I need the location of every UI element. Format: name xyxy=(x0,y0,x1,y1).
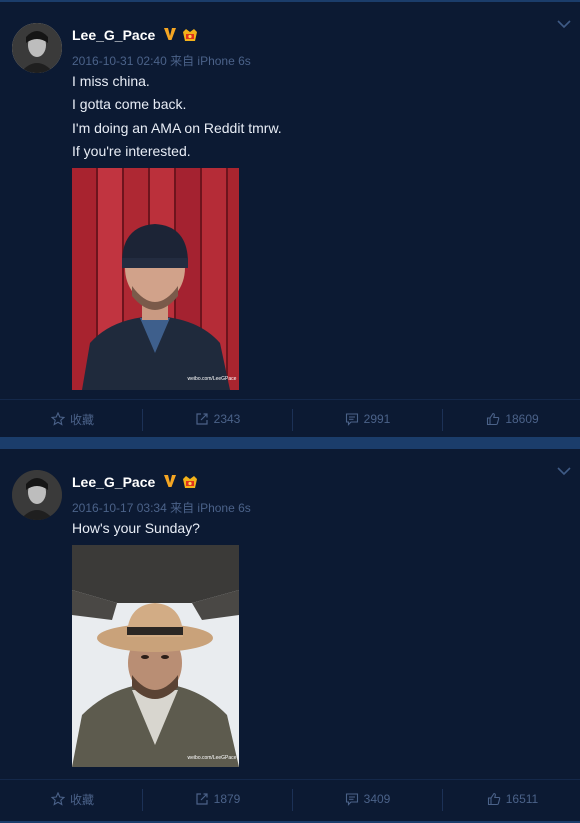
star-icon xyxy=(50,412,65,426)
divider xyxy=(292,789,293,811)
action-bar: 收藏 1879 3409 16511 xyxy=(0,779,580,818)
chevron-down-icon[interactable] xyxy=(556,18,572,30)
verified-icon xyxy=(164,28,176,40)
post-text-line: How's your Sunday? xyxy=(72,520,200,536)
like-count: 18609 xyxy=(505,412,539,426)
post-photo[interactable]: weibo.com/LeeGPace xyxy=(72,545,239,767)
like-button[interactable]: 16511 xyxy=(445,780,580,818)
repost-count: 1879 xyxy=(213,792,241,806)
divider xyxy=(142,789,143,811)
post-text-line: If you're interested. xyxy=(72,143,191,159)
divider xyxy=(442,789,443,811)
favorite-label: 收藏 xyxy=(69,412,94,427)
divider xyxy=(292,409,293,431)
action-bar: 收藏 2343 2991 18609 xyxy=(0,399,580,438)
avatar[interactable] xyxy=(12,23,62,73)
photo-watermark: weibo.com/LeeGPace xyxy=(188,755,237,761)
post-meta[interactable]: 2016-10-31 02:40 来自 iPhone 6s xyxy=(72,52,251,69)
repost-icon xyxy=(196,413,208,425)
like-button[interactable]: 18609 xyxy=(445,400,580,438)
comment-count: 3409 xyxy=(363,792,391,806)
repost-icon xyxy=(196,793,208,805)
comment-button[interactable]: 3409 xyxy=(295,780,440,818)
post-card: Lee_G_Pace 2016-10-31 02:40 来自 iPhone 6s… xyxy=(0,2,580,437)
author-name[interactable]: Lee_G_Pace xyxy=(72,474,155,490)
chevron-down-icon[interactable] xyxy=(556,465,572,477)
like-count: 16511 xyxy=(505,792,539,806)
favorite-label: 收藏 xyxy=(69,792,94,807)
author-name[interactable]: Lee_G_Pace xyxy=(72,27,155,43)
comment-count: 2991 xyxy=(363,412,391,426)
favorite-button[interactable]: 收藏 xyxy=(0,400,145,438)
post-text-line: I miss china. xyxy=(72,73,150,89)
like-icon xyxy=(487,412,500,426)
verified-icon xyxy=(164,475,176,487)
repost-button[interactable]: 2343 xyxy=(145,400,290,438)
repost-button[interactable]: 1879 xyxy=(145,780,290,818)
favorite-button[interactable]: 收藏 xyxy=(0,780,145,818)
like-icon xyxy=(487,792,501,806)
comment-icon xyxy=(345,793,358,806)
post-text-line: I'm doing an AMA on Reddit tmrw. xyxy=(72,120,282,136)
avatar[interactable] xyxy=(12,470,62,520)
repost-count: 2343 xyxy=(213,412,241,426)
post-card: Lee_G_Pace 2016-10-17 03:34 来自 iPhone 6s… xyxy=(0,449,580,821)
member-badge-icon[interactable] xyxy=(181,474,199,490)
star-icon xyxy=(50,792,65,806)
comment-icon xyxy=(345,413,358,426)
divider xyxy=(142,409,143,431)
post-photo[interactable]: weibo.com/LeeGPace xyxy=(72,168,239,390)
photo-watermark: weibo.com/LeeGPace xyxy=(188,376,237,382)
divider xyxy=(442,409,443,431)
post-text-line: I gotta come back. xyxy=(72,96,187,112)
comment-button[interactable]: 2991 xyxy=(295,400,440,438)
post-meta[interactable]: 2016-10-17 03:34 来自 iPhone 6s xyxy=(72,499,251,516)
member-badge-icon[interactable] xyxy=(181,27,199,43)
